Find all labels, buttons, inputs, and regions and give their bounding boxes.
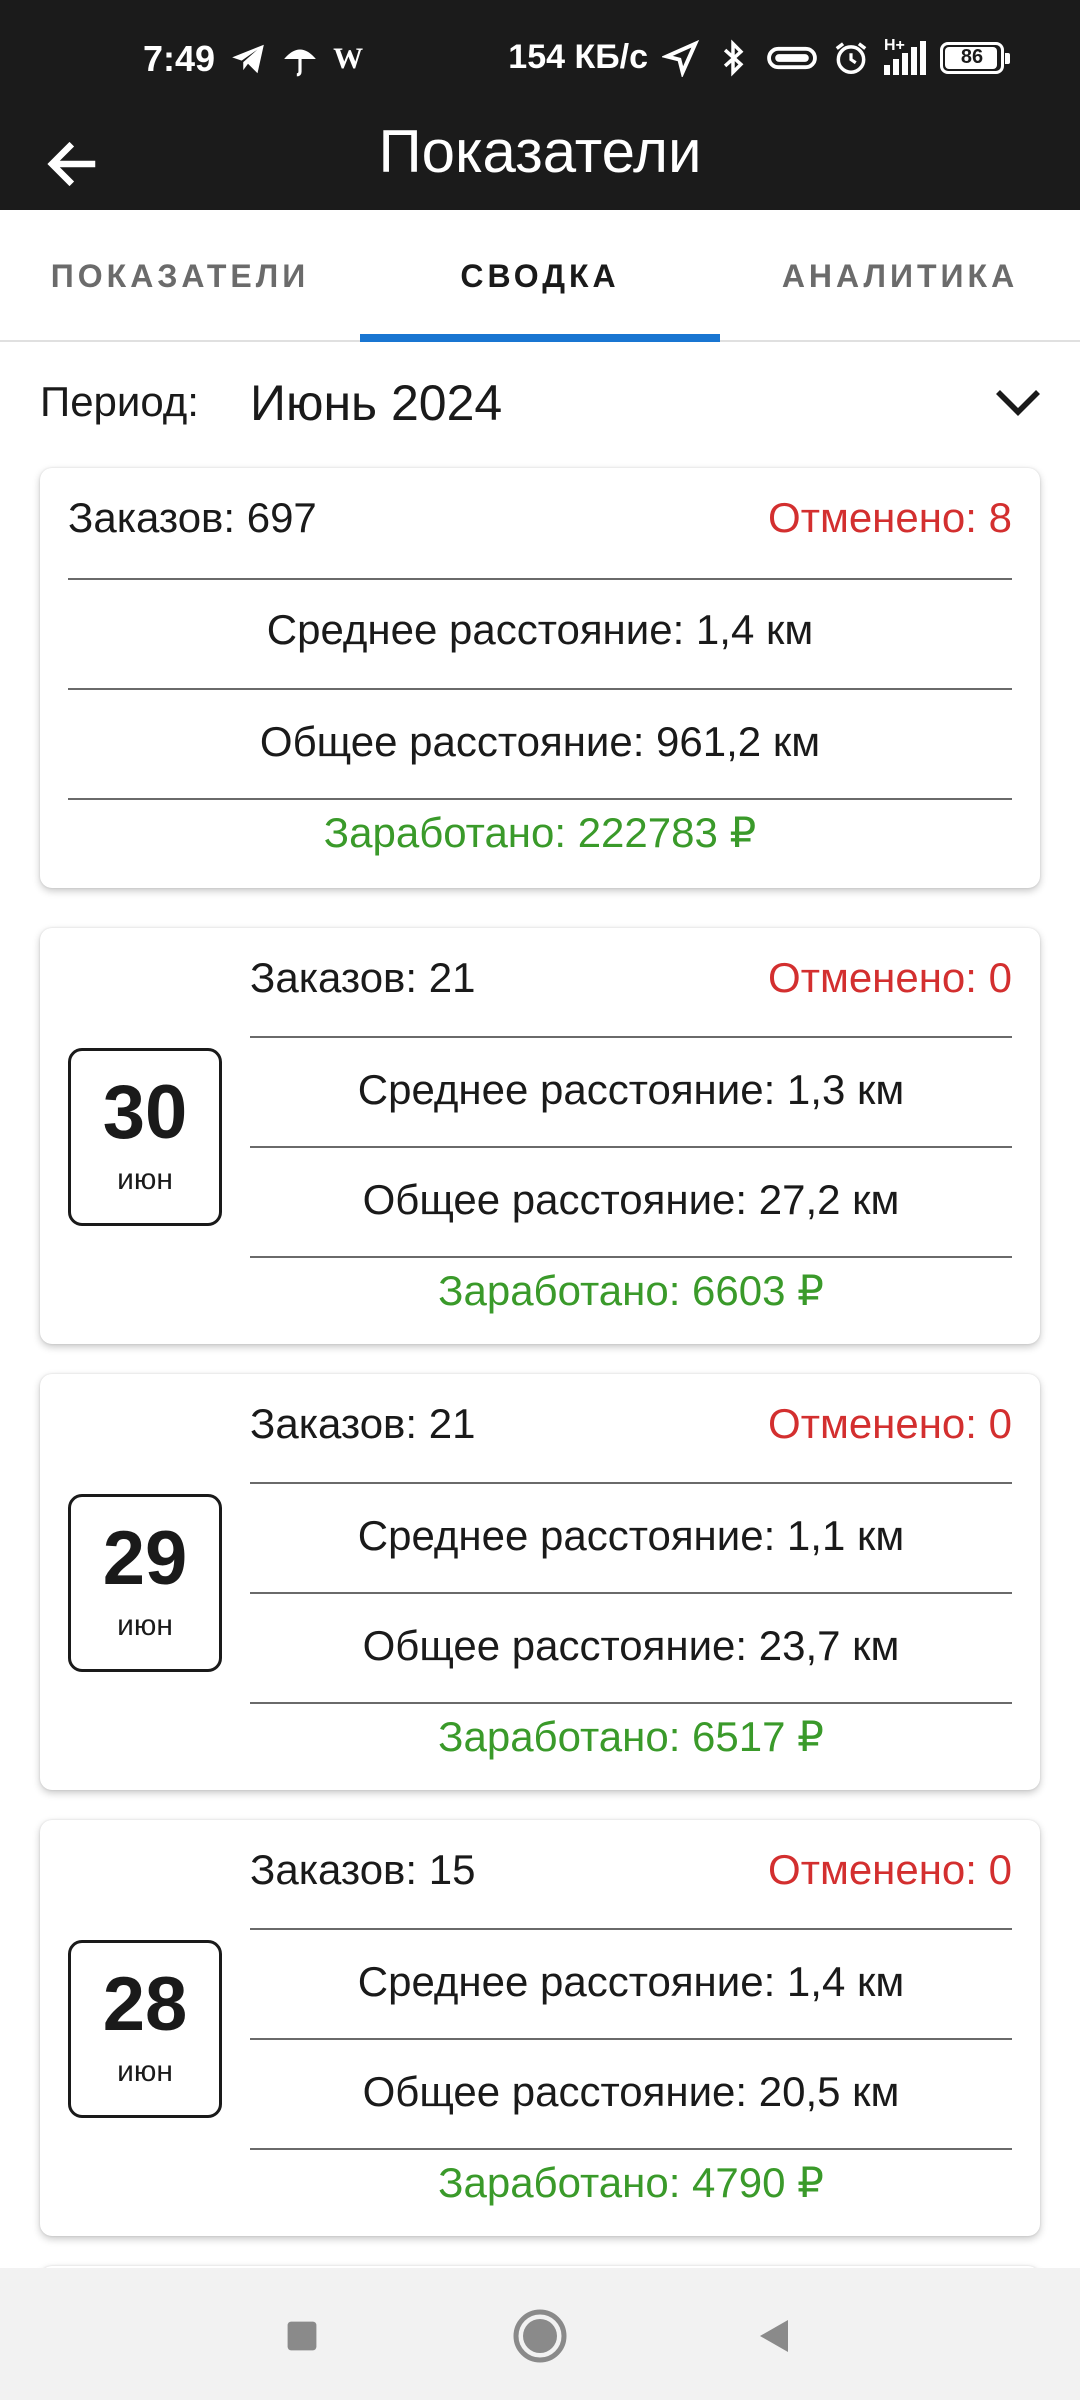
circle-home-icon [513,2309,567,2363]
cancelled-count: Отменено: 0 [768,1400,1012,1447]
divider [250,1256,1012,1258]
alarm-icon [835,41,867,74]
page-title: Показатели [378,118,702,185]
period-value[interactable]: Июнь 2024 [250,374,502,432]
chevron-down-icon[interactable] [994,382,1042,422]
divider [68,798,1012,800]
battery-level: 86 [960,46,984,68]
day-card[interactable]: 28 июн Заказов: 15 Отменено: 0 Среднее р… [40,1820,1040,2236]
earned-amount: Заработано: 4790 ₽ [438,2159,824,2206]
divider [250,1928,1012,1930]
earned-amount: Заработано: 222783 ₽ [323,809,757,856]
orders-count: Заказов: 15 [250,1846,476,1893]
tab-analytics[interactable]: АНАЛИТИКА [720,210,1080,342]
telegram-icon [232,44,264,74]
period-selector[interactable]: Период: Июнь 2024 [0,342,1080,468]
recents-button[interactable] [262,2296,342,2376]
divider [250,1146,1012,1148]
status-bar: 7:49 W 154 КБ/с H+ 86 [0,0,1080,120]
date-badge: 30 июн [68,1048,222,1226]
date-badge: 28 июн [68,1940,222,2118]
summary-list: Заказов: 697 Отменено: 8 Среднее расстоя… [0,468,1080,2326]
location-arrow-icon [662,39,700,77]
period-label: Период: [40,378,199,425]
square-recents-icon [287,2321,317,2351]
cancelled-count: Отменено: 8 [768,494,1012,541]
orders-count: Заказов: 21 [250,1400,476,1447]
umbrella-icon [284,49,316,77]
average-distance: Среднее расстояние: 1,1 км [357,1512,905,1559]
divider [68,688,1012,690]
cancelled-count: Отменено: 0 [768,1846,1012,1893]
date-month: июн [117,1609,173,1642]
divider [250,1702,1012,1704]
divider [250,1592,1012,1594]
divider [250,2148,1012,2150]
w-icon: W [333,42,364,75]
signal-type: H+ [884,36,905,54]
total-distance: Общее расстояние: 20,5 км [362,2068,900,2115]
back-nav-button[interactable] [734,2296,814,2376]
average-distance: Среднее расстояние: 1,4 км [266,606,814,653]
orders-count: Заказов: 21 [250,954,476,1001]
date-day: 28 [102,1962,188,2047]
pill-icon [767,46,817,69]
average-distance: Среднее расстояние: 1,4 км [357,1958,905,2005]
date-day: 30 [102,1070,188,1155]
earned-amount: Заработано: 6603 ₽ [438,1267,824,1314]
status-bar-right: 154 КБ/с H+ 86 [508,37,1010,77]
status-time: 7:49 [143,38,216,79]
signal-icon: H+ [884,37,926,75]
bluetooth-icon [723,39,744,76]
tab-bar: ПОКАЗАТЕЛИ СВОДКА АНАЛИТИКА [0,210,1080,342]
day-card[interactable]: 30 июн Заказов: 21 Отменено: 0 Среднее р… [40,928,1040,1344]
total-distance: Общее расстояние: 23,7 км [362,1622,900,1669]
active-tab-indicator [360,334,720,342]
total-distance: Общее расстояние: 961,2 км [259,718,821,765]
divider [250,1036,1012,1038]
average-distance: Среднее расстояние: 1,3 км [357,1066,905,1113]
earned-amount: Заработано: 6517 ₽ [438,1713,824,1760]
date-badge: 29 июн [68,1494,222,1672]
date-month: июн [117,2055,173,2088]
home-button[interactable] [500,2296,580,2376]
status-bar-left: 7:49 W [143,38,363,80]
app-toolbar: Показатели [0,120,1080,210]
cancelled-count: Отменено: 0 [768,954,1012,1001]
total-distance: Общее расстояние: 27,2 км [362,1176,900,1223]
tab-indicators[interactable]: ПОКАЗАТЕЛИ [0,210,360,342]
tab-summary[interactable]: СВОДКА [360,210,720,342]
day-card[interactable]: 29 июн Заказов: 21 Отменено: 0 Среднее р… [40,1374,1040,1790]
network-speed: 154 КБ/с [508,38,648,76]
month-summary-card: Заказов: 697 Отменено: 8 Среднее расстоя… [40,468,1040,888]
date-month: июн [117,1163,173,1196]
orders-count: Заказов: 697 [68,494,317,541]
divider [68,578,1012,580]
divider [250,2038,1012,2040]
battery-indicator: 86 [940,41,1010,74]
divider [250,1482,1012,1484]
date-day: 29 [102,1516,188,1601]
system-nav-bar [0,2268,1080,2400]
triangle-back-icon [760,2320,788,2352]
